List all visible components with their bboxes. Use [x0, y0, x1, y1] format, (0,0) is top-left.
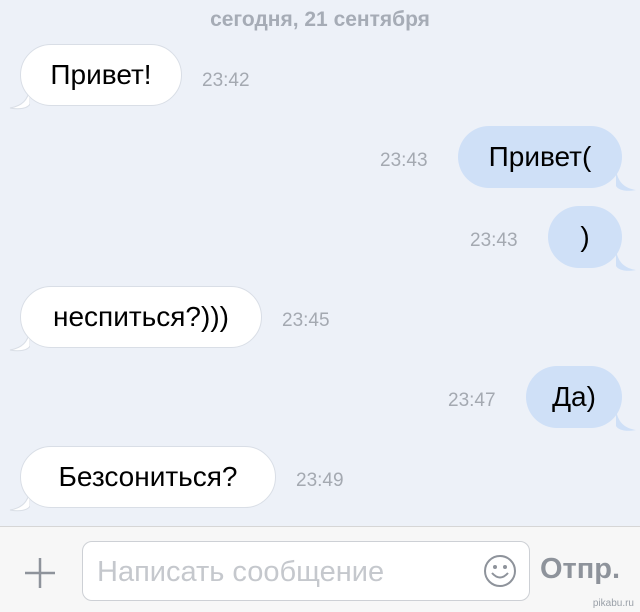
chat-area: сегодня, 21 сентября Привет! 23:42 23:43… [0, 0, 640, 526]
bubble-tail [616, 170, 636, 191]
message-bubble[interactable]: Безсониться? [20, 446, 276, 508]
message-time: 23:47 [448, 390, 496, 411]
message-row: 23:43 ) [0, 206, 640, 276]
message-bubble[interactable]: неспиться?))) [20, 286, 262, 348]
message-text: Привет( [488, 141, 592, 172]
message-text: ) [580, 221, 590, 252]
bubble-tail [616, 410, 636, 431]
message-time: 23:45 [282, 310, 330, 331]
message-row: 23:47 Да) [0, 366, 640, 436]
message-row: Привет! 23:42 [0, 44, 640, 114]
smiley-icon[interactable] [483, 554, 517, 588]
message-row: 23:43 Привет( [0, 126, 640, 196]
watermark: pikabu.ru [592, 598, 634, 609]
message-text: Безсониться? [58, 461, 238, 492]
message-bubble[interactable]: Да) [526, 366, 622, 428]
message-bubble[interactable]: ) [548, 206, 622, 268]
send-button[interactable]: Отпр. [540, 553, 620, 586]
attach-button[interactable] [22, 555, 58, 591]
message-input-box[interactable] [82, 541, 530, 601]
message-time: 23:42 [202, 70, 250, 91]
message-text: Привет! [50, 59, 152, 90]
plus-icon [25, 558, 55, 588]
message-time: 23:43 [380, 150, 428, 171]
message-time: 23:43 [470, 230, 518, 251]
message-composer: Отпр. pikabu.ru [0, 526, 640, 612]
message-text: неспиться?))) [53, 301, 229, 332]
message-input[interactable] [97, 552, 477, 592]
message-row: Безсониться? 23:49 [0, 446, 640, 516]
message-time: 23:49 [296, 470, 344, 491]
message-bubble[interactable]: Привет! [20, 44, 182, 106]
message-bubble[interactable]: Привет( [458, 126, 622, 188]
date-separator: сегодня, 21 сентября [210, 8, 430, 31]
bubble-tail [616, 250, 636, 271]
message-text: Да) [552, 381, 596, 412]
message-row: неспиться?))) 23:45 [0, 286, 640, 356]
